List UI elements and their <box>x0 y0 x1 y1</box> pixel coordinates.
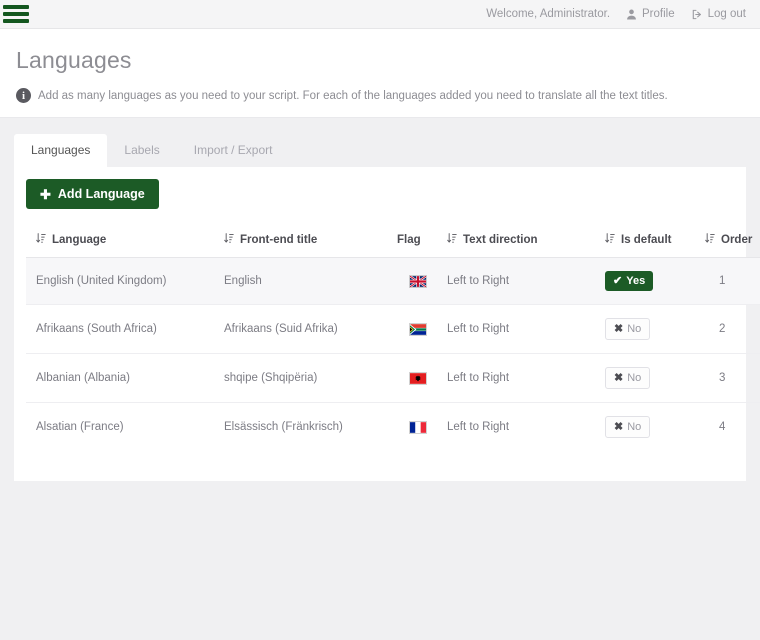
add-language-button[interactable]: ✚ Add Language <box>26 179 159 209</box>
sort-icon <box>447 233 457 247</box>
column-header-frontend-title[interactable]: Front-end title <box>220 227 393 258</box>
order-value: 3 <box>719 372 726 384</box>
sort-icon <box>705 233 715 247</box>
top-bar: Welcome, Administrator. Profile Log out <box>0 0 760 29</box>
add-language-label: Add Language <box>57 187 145 201</box>
sign-out-icon <box>691 9 703 20</box>
status-badge-yes: ✔ Yes <box>605 271 654 291</box>
sort-icon <box>36 233 46 247</box>
logout-label: Log out <box>707 8 746 20</box>
sort-icon <box>224 233 234 247</box>
profile-label: Profile <box>642 8 675 20</box>
column-header-frontend-title-label: Front-end title <box>240 234 318 246</box>
cell-flag <box>393 304 443 354</box>
tab-labels[interactable]: Labels <box>107 134 176 167</box>
hamburger-bar <box>3 12 29 16</box>
table-row: Alsatian (France) Elsässisch (Fränkrisch… <box>26 403 760 452</box>
table-row: Afrikaans (South Africa) Afrikaans (Suid… <box>26 304 760 354</box>
order-value: 2 <box>719 323 726 335</box>
column-header-flag: Flag <box>393 227 443 258</box>
status-badge-no: ✖ No <box>605 416 651 438</box>
welcome-text: Welcome, Administrator. <box>486 8 611 20</box>
cell-language: Albanian (Albania) <box>26 353 220 403</box>
sort-icon <box>605 233 615 247</box>
page-description-text: Add as many languages as you need to you… <box>38 89 668 102</box>
page-title: Languages <box>16 47 132 73</box>
cell-text-direction: Left to Right <box>447 421 510 433</box>
status-badge-label: No <box>627 372 642 384</box>
flag-fr-icon <box>409 420 427 434</box>
table-header-row: Language Front-end title Flag Text direc… <box>26 227 760 258</box>
cell-is-default: ✔ Yes <box>601 257 701 305</box>
tab-bar: Languages Labels Import / Export <box>0 118 760 167</box>
top-bar-right: Welcome, Administrator. Profile Log out <box>486 8 760 20</box>
cell-order: 2 <box>701 304 760 354</box>
cell-frontend-title: Afrikaans (Suid Afrika) <box>220 304 393 354</box>
status-badge-label: No <box>627 421 642 433</box>
cross-icon: ✖ <box>614 372 624 384</box>
cell-flag <box>393 403 443 452</box>
languages-table: Language Front-end title Flag Text direc… <box>26 227 760 451</box>
flag-al-icon <box>409 371 427 385</box>
order-value: 1 <box>719 275 726 287</box>
hamburger-bar <box>3 5 29 9</box>
flag-gb-icon <box>409 274 427 288</box>
cell-order: 4 <box>701 403 760 452</box>
cell-flag <box>393 257 443 305</box>
column-header-order[interactable]: Order <box>701 227 760 258</box>
column-header-language[interactable]: Language <box>26 227 220 258</box>
column-header-language-label: Language <box>52 234 107 246</box>
info-icon: i <box>16 88 31 103</box>
status-badge-label: Yes <box>626 275 646 287</box>
status-badge-label: No <box>627 323 642 335</box>
flag-za-icon <box>409 322 427 336</box>
hamburger-bar <box>3 19 29 23</box>
table-body: English (United Kingdom) English Left to… <box>26 257 760 452</box>
cell-order: 3 <box>701 353 760 403</box>
cross-icon: ✖ <box>614 323 624 335</box>
profile-link[interactable]: Profile <box>626 8 675 20</box>
column-header-text-direction-label: Text direction <box>463 234 538 246</box>
tab-languages[interactable]: Languages <box>14 134 108 167</box>
page-header: Languages i Add as many languages as you… <box>0 29 760 118</box>
cell-text-direction: Left to Right <box>443 257 601 305</box>
cell-order: 1 <box>701 257 760 305</box>
cell-language: Alsatian (France) <box>36 421 124 433</box>
user-icon <box>626 9 637 20</box>
column-header-text-direction[interactable]: Text direction <box>443 227 601 258</box>
languages-panel: ✚ Add Language Language Front-end title … <box>14 167 760 481</box>
table-header: Language Front-end title Flag Text direc… <box>26 227 760 258</box>
column-header-is-default[interactable]: Is default <box>601 227 701 258</box>
cell-language: Afrikaans (South Africa) <box>26 304 220 354</box>
cell-flag <box>393 353 443 403</box>
status-badge-no: ✖ No <box>605 318 651 340</box>
cell-frontend-title: shqipe (Shqipëria) <box>220 353 393 403</box>
table-row: English (United Kingdom) English Left to… <box>26 257 760 305</box>
cross-icon: ✖ <box>614 421 624 433</box>
cell-is-default: ✖ No <box>601 353 701 403</box>
order-value: 4 <box>719 421 726 433</box>
hamburger-menu-icon[interactable] <box>3 5 29 23</box>
cell-text-direction: Left to Right <box>443 353 601 403</box>
page-description: i Add as many languages as you need to y… <box>16 88 744 103</box>
plus-icon: ✚ <box>40 186 51 202</box>
cell-is-default: ✖ No <box>601 403 701 452</box>
check-icon: ✔ <box>613 275 623 287</box>
cell-is-default: ✖ No <box>601 304 701 354</box>
column-header-flag-label: Flag <box>397 234 421 246</box>
column-header-order-label: Order <box>721 234 753 246</box>
tab-import-export[interactable]: Import / Export <box>177 134 290 167</box>
cell-language: English (United Kingdom) <box>26 257 220 305</box>
cell-frontend-title: English <box>220 257 393 305</box>
cell-text-direction: Left to Right <box>443 304 601 354</box>
logout-link[interactable]: Log out <box>691 8 746 20</box>
table-row: Albanian (Albania) shqipe (Shqipëria) Le… <box>26 353 760 403</box>
status-badge-no: ✖ No <box>605 367 651 389</box>
cell-frontend-title: Elsässisch (Fränkrisch) <box>224 421 343 433</box>
column-header-is-default-label: Is default <box>621 234 672 246</box>
